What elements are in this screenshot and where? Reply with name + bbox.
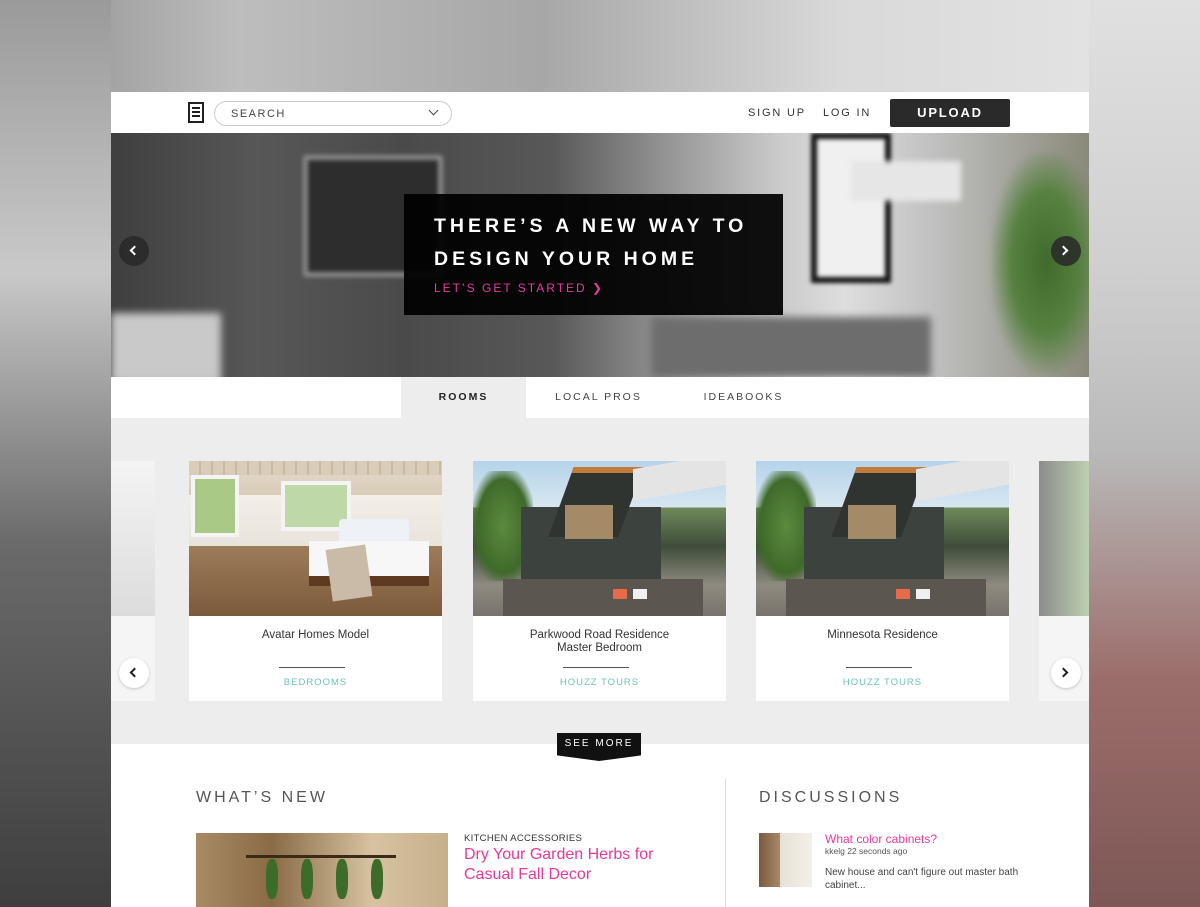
top-header: SEARCH SIGN UP LOG IN UPLOAD (111, 92, 1089, 133)
background-blur-left (0, 0, 111, 907)
room-card[interactable]: Avatar Homes Model BEDROOMS (189, 461, 442, 701)
tab-local-pros[interactable]: LOCAL PROS (536, 377, 661, 418)
card-tag[interactable]: HOUZZ TOURS (756, 677, 1009, 688)
chevron-right-icon (1058, 245, 1069, 256)
chevron-down-icon[interactable] (428, 105, 439, 116)
sign-up-link[interactable]: SIGN UP (748, 107, 806, 119)
whats-new-heading: WHAT’S NEW (196, 789, 328, 806)
upload-button[interactable]: UPLOAD (890, 99, 1010, 127)
rooms-next-button[interactable] (1051, 658, 1081, 688)
rooms-carousel: Avatar Homes Model BEDROOMS Parkwood Roa… (111, 418, 1089, 744)
modern-house-photo[interactable] (473, 461, 726, 616)
tab-rooms[interactable]: ROOMS (401, 377, 526, 418)
card-title[interactable]: Parkwood Road Residence Master Bedroom (483, 629, 716, 655)
hero-prev-button[interactable] (119, 236, 149, 266)
discussion-excerpt: New house and can't figure out master ba… (825, 867, 1019, 891)
houzz-logo-icon[interactable] (188, 102, 204, 123)
search-input[interactable]: SEARCH (214, 101, 452, 126)
herbs-photo[interactable] (196, 833, 448, 907)
hero-background-art (811, 133, 891, 283)
see-more-button[interactable]: SEE MORE (557, 733, 641, 761)
hero-title: THERE’S A NEW WAY TO DESIGN YOUR HOME (434, 215, 748, 270)
tab-ideabooks[interactable]: IDEABOOKS (681, 377, 806, 418)
article-title-link[interactable]: Dry Your Garden Herbs for Casual Fall De… (464, 845, 704, 885)
category-tabs: ROOMS LOCAL PROS IDEABOOKS (111, 377, 1089, 418)
hero-message-box: THERE’S A NEW WAY TO DESIGN YOUR HOME LE… (404, 194, 783, 315)
discussion-meta: kkelg 22 seconds ago (825, 846, 908, 856)
modern-house-photo[interactable] (756, 461, 1009, 616)
hero-background-lamp (851, 161, 961, 201)
get-started-link[interactable]: LET’S GET STARTED ❯ (434, 281, 604, 295)
room-card[interactable]: Minnesota Residence HOUZZ TOURS (756, 461, 1009, 701)
card-tag[interactable]: BEDROOMS (189, 677, 442, 688)
chevron-left-icon (129, 245, 140, 256)
log-in-link[interactable]: LOG IN (823, 107, 871, 119)
card-divider (563, 667, 629, 668)
card-divider (846, 667, 912, 668)
discussion-thumbnail[interactable] (759, 833, 812, 887)
discussion-title-link[interactable]: What color cabinets? (825, 832, 937, 846)
chevron-right-icon (1058, 667, 1069, 678)
card-title[interactable]: Minnesota Residence (766, 629, 999, 642)
card-tag[interactable]: HOUZZ TOURS (473, 677, 726, 688)
chevron-left-icon (129, 667, 140, 678)
hero-background-sofa (651, 317, 931, 377)
hero-next-button[interactable] (1051, 236, 1081, 266)
background-blur-right (1089, 0, 1200, 907)
rooms-prev-button[interactable] (119, 658, 149, 688)
article-category[interactable]: KITCHEN ACCESSORIES (464, 833, 582, 844)
bedroom-photo[interactable] (189, 461, 442, 616)
hero-background-chair (111, 313, 221, 377)
background-blur-top (0, 0, 1200, 92)
card-title[interactable]: Avatar Homes Model (199, 629, 432, 642)
hero-banner: THERE’S A NEW WAY TO DESIGN YOUR HOME LE… (111, 133, 1089, 377)
browser-page: SEARCH SIGN UP LOG IN UPLOAD THERE’S A N… (111, 92, 1089, 907)
room-card[interactable]: Parkwood Road Residence Master Bedroom H… (473, 461, 726, 701)
discussions-heading: DISCUSSIONS (759, 789, 903, 806)
card-divider (279, 667, 345, 668)
section-divider (725, 779, 726, 907)
search-placeholder: SEARCH (231, 108, 286, 120)
